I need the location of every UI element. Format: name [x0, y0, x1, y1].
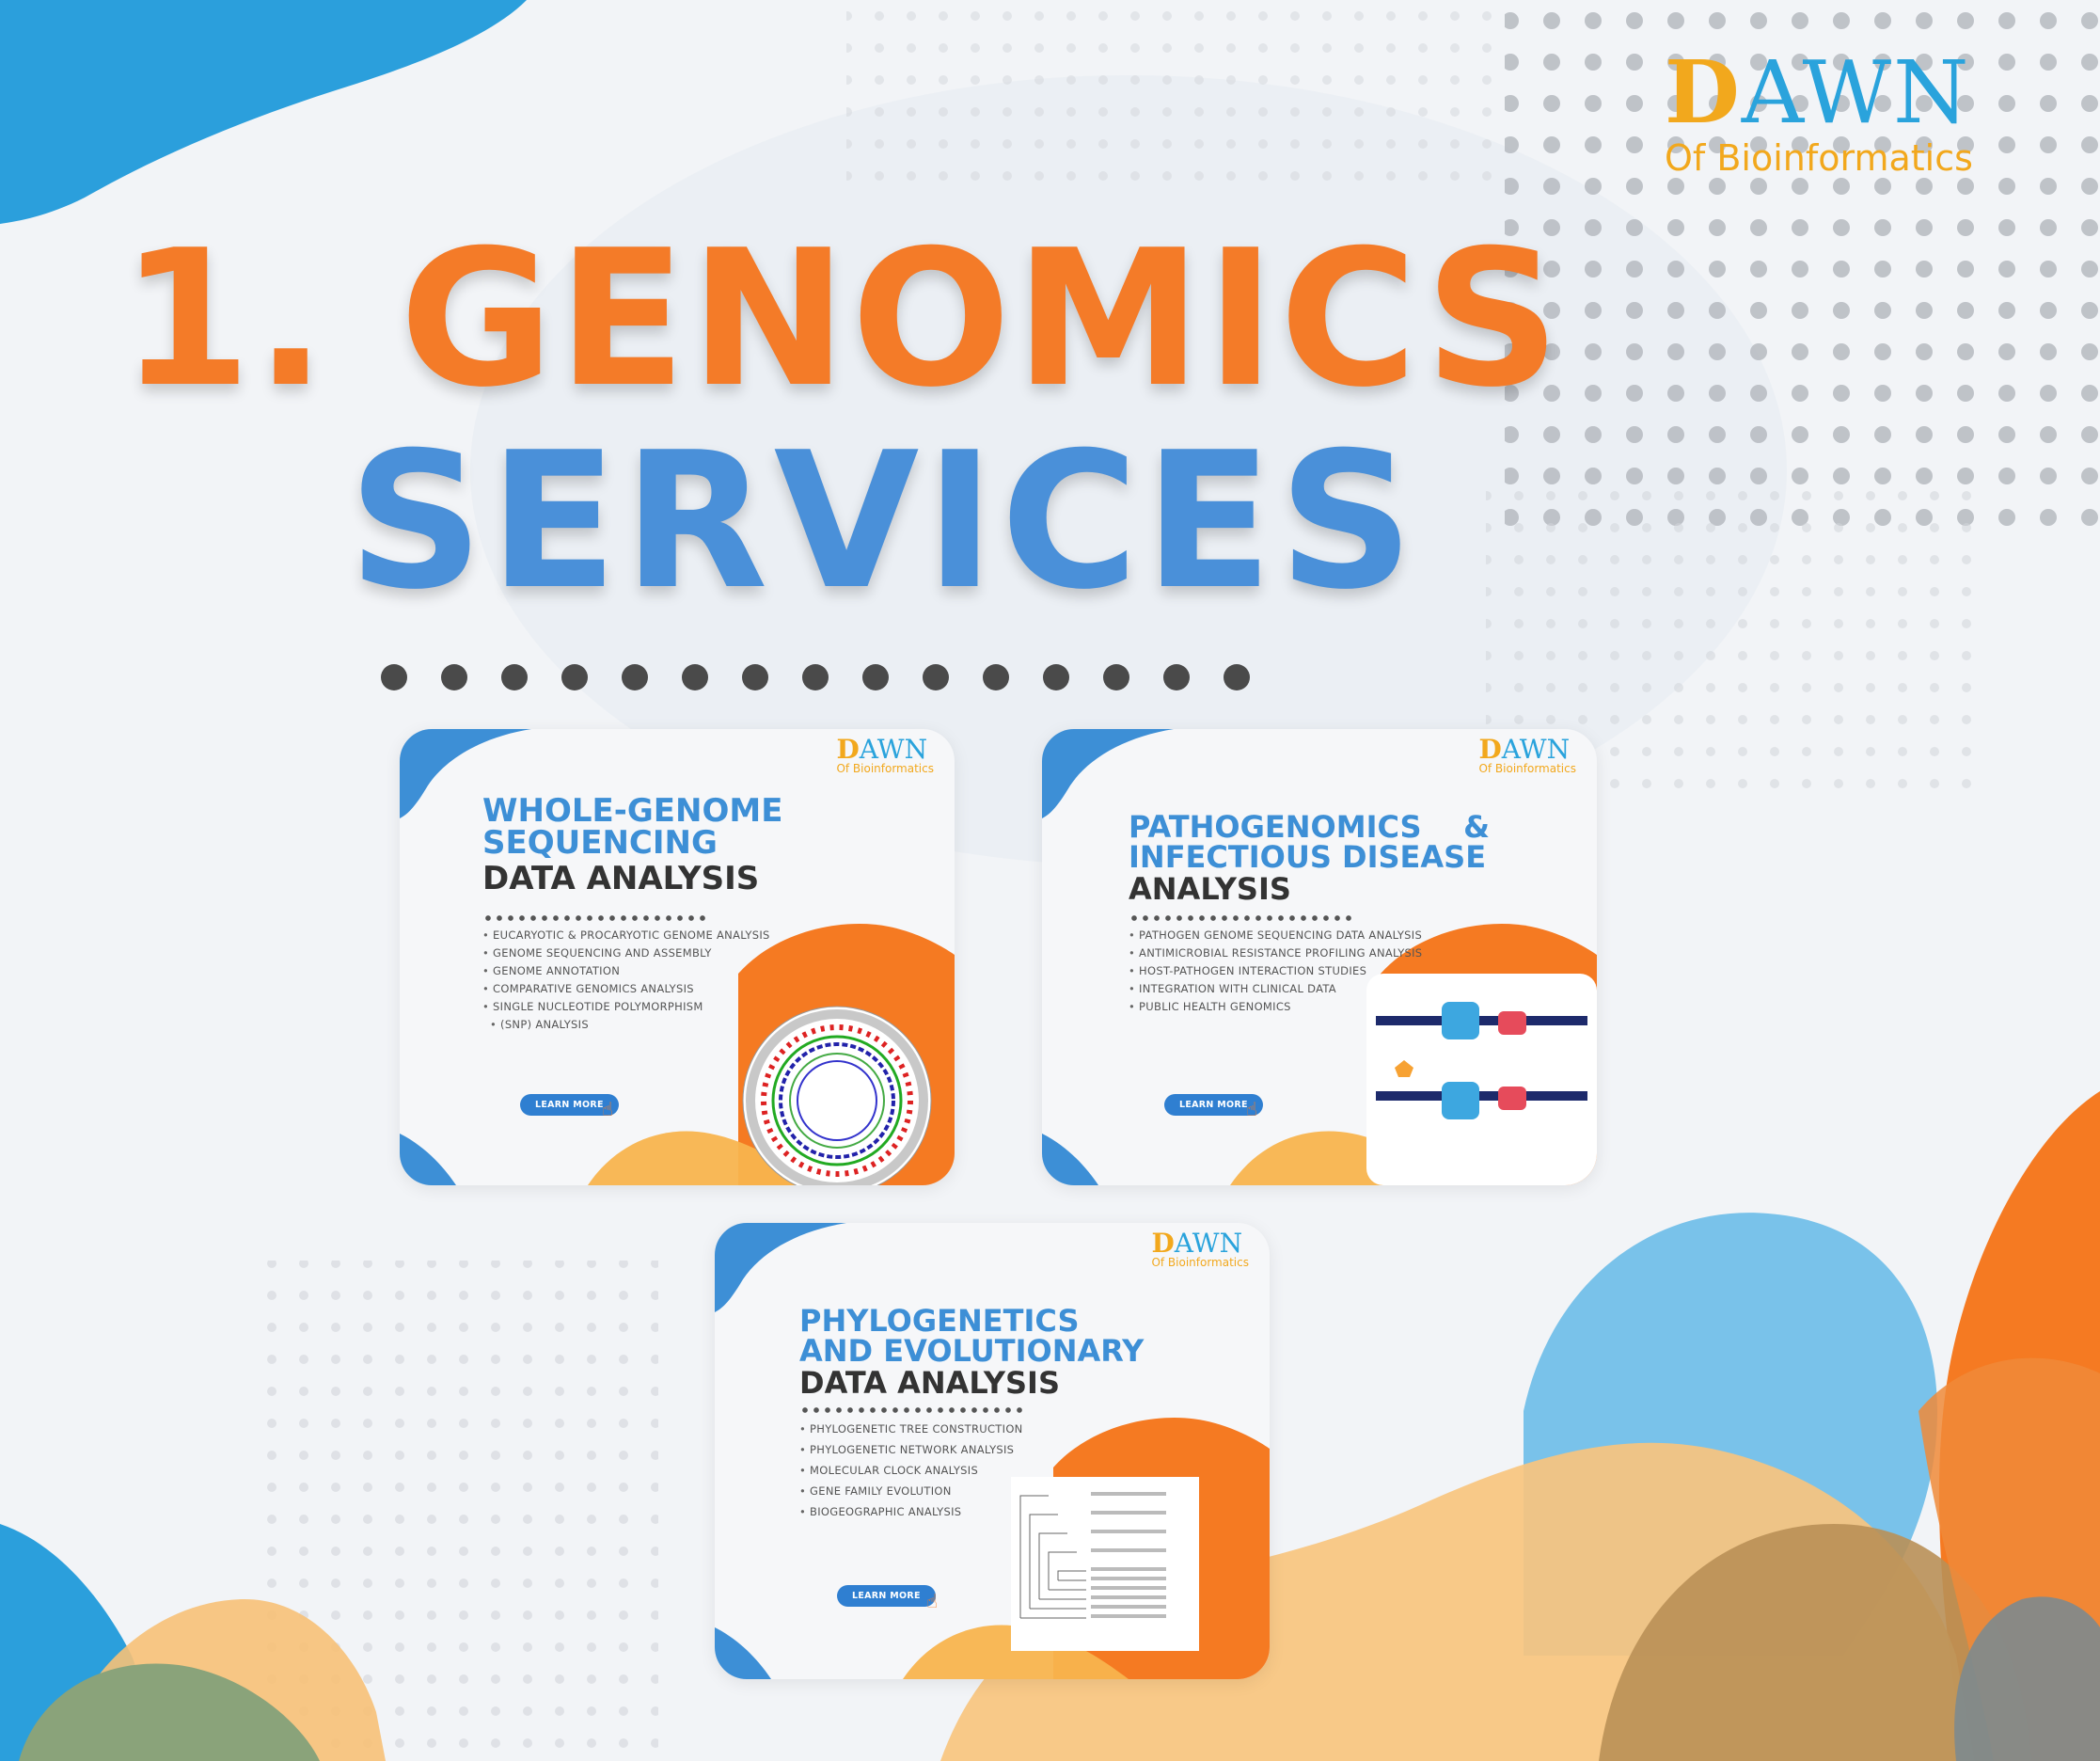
card-title: WHOLE-GENOME SEQUENCING DATA ANALYSIS [482, 792, 783, 897]
service-card-whole-genome[interactable]: DAWN Of Bioinformatics WHOLE-GENOME SEQU… [400, 729, 955, 1185]
service-card-pathogenomics[interactable]: DAWN Of Bioinformatics PATHOGENOMICS & I… [1042, 729, 1597, 1185]
list-item: ANTIMICROBIAL RESISTANCE PROFILING ANALY… [1129, 944, 1422, 962]
pointer-hand-icon: ☝ [602, 1098, 614, 1120]
list-item: MOLECULAR CLOCK ANALYSIS [799, 1460, 1023, 1481]
dot-separator [381, 664, 1250, 690]
card-logo: DAWN Of Bioinformatics [1478, 734, 1576, 775]
card-logo: DAWN Of Bioinformatics [1151, 1228, 1249, 1269]
headline: 1. GENOMICS SERVICES [0, 0, 2100, 658]
title-dot-divider [482, 915, 708, 921]
phylogenetic-tree-icon [1011, 1477, 1199, 1651]
title-dot-divider [799, 1407, 1025, 1413]
card-logo: DAWN Of Bioinformatics [836, 734, 934, 775]
list-item: BIOGEOGRAPHIC ANALYSIS [799, 1501, 1023, 1522]
service-list: PHYLOGENETIC TREE CONSTRUCTION PHYLOGENE… [799, 1419, 1023, 1522]
circular-genome-map-icon [742, 1006, 932, 1185]
pointer-hand-icon: ☝ [926, 1590, 939, 1612]
list-item: PATHOGEN GENOME SEQUENCING DATA ANALYSIS [1129, 927, 1422, 944]
pointer-hand-icon: ☝ [1246, 1098, 1258, 1120]
list-item: SINGLE NUCLEOTIDE POLYMORPHISM [482, 998, 770, 1016]
headline-line2: SERVICES [348, 412, 1420, 631]
list-item: PHYLOGENETIC TREE CONSTRUCTION [799, 1419, 1023, 1439]
card-title: PATHOGENOMICS & INFECTIOUS DISEASE ANALY… [1129, 809, 1491, 907]
pathway-diagram-icon [1366, 974, 1597, 1185]
list-item: (SNP) ANALYSIS [482, 1016, 770, 1034]
list-item: COMPARATIVE GENOMICS ANALYSIS [482, 980, 770, 998]
service-list: EUCARYOTIC & PROCARYOTIC GENOME ANALYSIS… [482, 927, 770, 1034]
list-item: PHYLOGENETIC NETWORK ANALYSIS [799, 1439, 1023, 1460]
list-item: GENOME SEQUENCING AND ASSEMBLY [482, 944, 770, 962]
list-item: GENE FAMILY EVOLUTION [799, 1481, 1023, 1501]
list-item: EUCARYOTIC & PROCARYOTIC GENOME ANALYSIS [482, 927, 770, 944]
title-dot-divider [1129, 915, 1354, 921]
headline-line1: 1. GENOMICS [120, 210, 1564, 429]
list-item: GENOME ANNOTATION [482, 962, 770, 980]
service-card-phylogenetics[interactable]: DAWN Of Bioinformatics PHYLOGENETICS AND… [715, 1223, 1270, 1679]
learn-more-button[interactable]: LEARN MORE [837, 1585, 936, 1607]
card-title: PHYLOGENETICS AND EVOLUTIONARY DATA ANAL… [799, 1303, 1145, 1401]
